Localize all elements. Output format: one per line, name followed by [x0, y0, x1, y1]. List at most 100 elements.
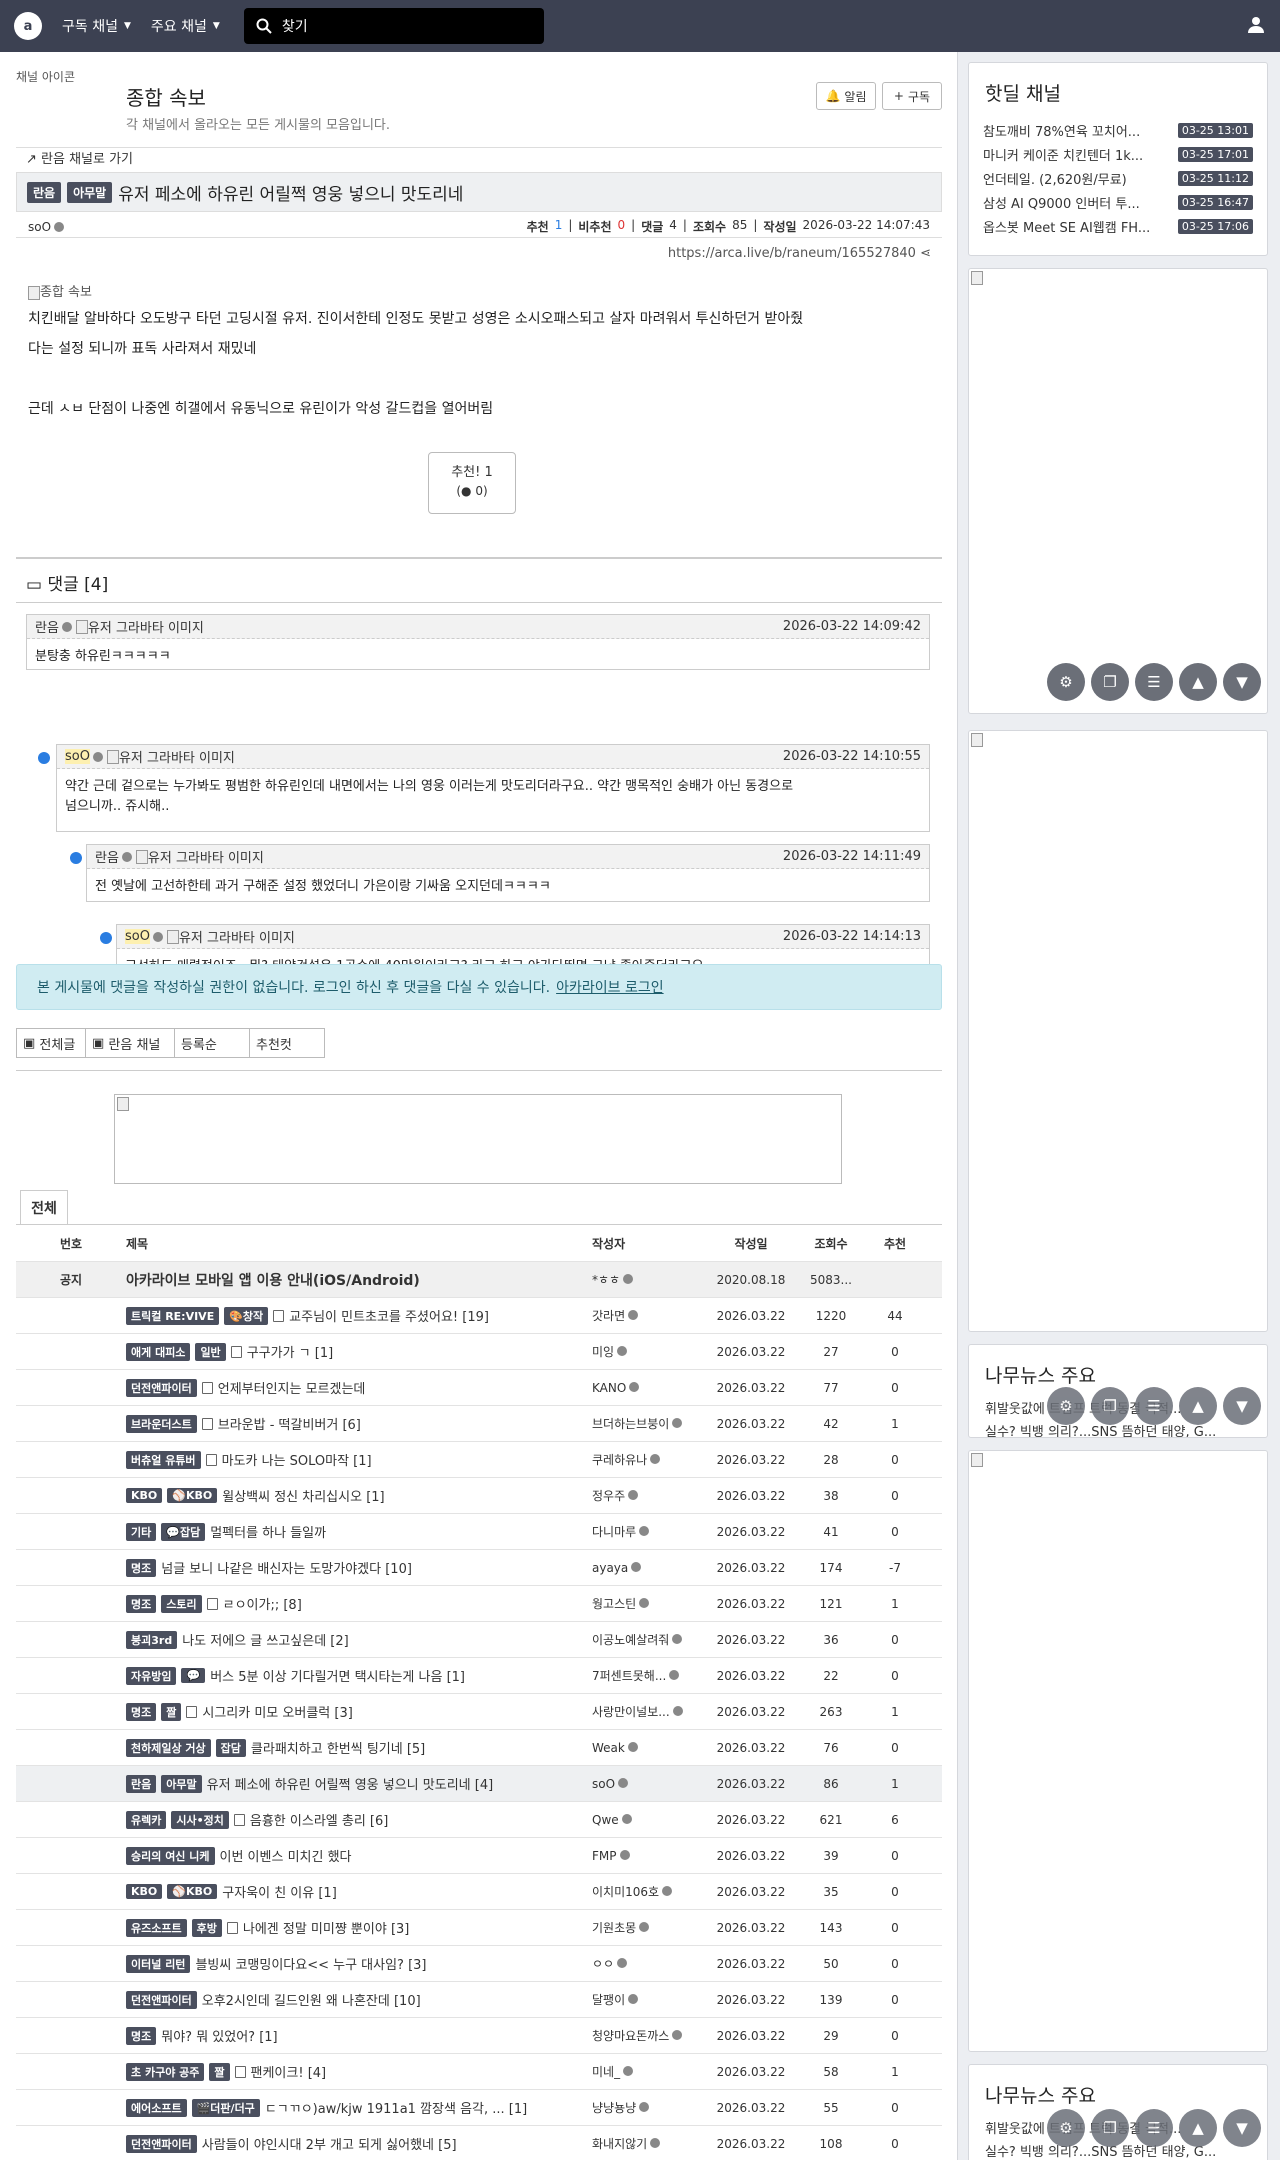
channel-badge[interactable]: 명조	[126, 1594, 157, 1613]
table-row[interactable]: 트릭컬 RE:VIVE 🎨창작 교주님이 민트초코를 주셨어요! [19] 갓라면 20…	[16, 1298, 942, 1334]
row-title-cell[interactable]: 자유방임 💬 버스 5분 이상 기다릴거면 택시타는게 나음 [1]	[126, 1666, 592, 1685]
category-badge[interactable]: 💬	[181, 1668, 206, 1683]
row-title[interactable]: 유저 페소에 하유린 어릴쩍 영웅 넣으니 맛도리네 [4]	[207, 1774, 494, 1793]
row-author[interactable]: 이치미106호	[592, 1885, 659, 1899]
channel-badge[interactable]: KBO	[126, 1884, 163, 1899]
list-icon[interactable]: ☰	[1135, 663, 1173, 701]
channel-badge[interactable]: 유렉카	[126, 1810, 167, 1829]
table-row[interactable]: 던전앤파이터 사람들이 야인시대 2부 개고 되게 싫어했네 [5] 화내지않기 20…	[16, 2126, 942, 2160]
category-badge[interactable]: 잡담	[215, 1738, 246, 1757]
channel-badge[interactable]: 승리의 여신 니케	[126, 1846, 215, 1865]
row-author[interactable]: Weak	[592, 1741, 625, 1755]
channel-badge[interactable]: 명조	[126, 1702, 157, 1721]
comment-author[interactable]: soO	[65, 749, 90, 764]
row-author[interactable]: ayaya	[592, 1561, 628, 1575]
arrow-up-icon[interactable]: ▲	[1179, 663, 1217, 701]
channel-badge[interactable]: 유즈소프트	[126, 1918, 187, 1937]
hotdeal-item[interactable]: 마니커 케이준 치킨텐더 1k... 03-25 17:01	[983, 142, 1253, 166]
table-row[interactable]: 에어소프트 🎬더판/더구 ㄷㄱㄲㅇ)aw/kjw 1911a1 깜장색 음각, ..…	[16, 2090, 942, 2126]
news-title[interactable]: 나무뉴스 주요	[985, 1361, 1267, 1388]
row-title[interactable]: 구구가가 ㄱ [1]	[247, 1342, 333, 1361]
row-title-cell[interactable]: 애게 대피소 일반 구구가가 ㄱ [1]	[126, 1342, 592, 1361]
row-title[interactable]: 팬케이크! [4]	[251, 2062, 327, 2081]
user-icon[interactable]	[1246, 15, 1266, 35]
channel-badge[interactable]: 명조	[126, 2026, 157, 2045]
row-title[interactable]: 음흉한 이스라엘 총리 [6]	[250, 1810, 388, 1829]
post-author[interactable]: soO	[28, 220, 51, 234]
side-ad-2[interactable]	[968, 730, 1268, 1332]
hotdeal-item[interactable]: 참도깨비 78%연육 꼬치어... 03-25 13:01	[983, 118, 1253, 142]
copy-icon[interactable]: ❐	[1091, 1387, 1129, 1425]
hotdeal-item[interactable]: 언더테일. (2,620원/무료) 03-25 11:12	[983, 166, 1253, 190]
comment-author[interactable]: 란음	[95, 847, 119, 866]
channel-title[interactable]: 종합 속보	[126, 82, 206, 111]
category-badge[interactable]: 일반	[195, 1342, 226, 1361]
sort-order-select[interactable]: 등록순	[174, 1028, 250, 1058]
arrow-down-icon[interactable]: ▼	[1223, 663, 1261, 701]
channel-badge[interactable]: 초 카구야 공주	[126, 2062, 205, 2081]
row-title-cell[interactable]: 승리의 여신 니케 이번 이벤스 미치긴 했다	[126, 1846, 592, 1865]
row-title[interactable]: 블빙씨 코맹밍이다요<< 누구 대사임? [3]	[195, 1954, 426, 1973]
row-title[interactable]: 오후2시인데 길드인원 왜 나혼잔데 [10]	[202, 1990, 421, 2009]
gear-icon[interactable]: ⚙	[1047, 663, 1085, 701]
filter-channel[interactable]: ▣ 란음 채널	[85, 1028, 175, 1058]
row-title[interactable]: 나도 저에으 글 쓰고싶은데 [2]	[182, 1630, 349, 1649]
share-icon[interactable]: ⋖	[920, 246, 931, 261]
channel-badge[interactable]: 이터널 리턴	[126, 1954, 191, 1973]
row-title-cell[interactable]: 명조 짤 시그리카 미모 오버클럭 [3]	[126, 1702, 592, 1721]
row-title-cell[interactable]: 던전앤파이터 사람들이 야인시대 2부 개고 되게 싫어했네 [5]	[126, 2134, 592, 2153]
table-row[interactable]: 던전앤파이터 오후2시인데 길드인원 왜 나혼잔데 [10] 달팽이 2026.03.…	[16, 1982, 942, 2018]
row-title-cell[interactable]: 에어소프트 🎬더판/더구 ㄷㄱㄲㅇ)aw/kjw 1911a1 깜장색 음각, ..…	[126, 2098, 592, 2117]
copy-icon[interactable]: ❐	[1091, 663, 1129, 701]
post-url[interactable]: https://arca.live/b/raneum/165527840 ⋖	[668, 246, 931, 261]
row-title-cell[interactable]: 초 카구야 공주 짤 팬케이크! [4]	[126, 2062, 592, 2081]
channel-badge[interactable]: 란음	[126, 1774, 157, 1793]
arrow-down-icon[interactable]: ▼	[1223, 1387, 1261, 1425]
table-row[interactable]: 자유방임 💬 버스 5분 이상 기다릴거면 택시타는게 나음 [1] 7퍼센트못해..…	[16, 1658, 942, 1694]
tab-all[interactable]: 전체	[20, 1190, 68, 1224]
row-author[interactable]: 갓라면	[592, 1309, 625, 1323]
main-channels-dropdown[interactable]: 주요 채널 ▼	[151, 16, 220, 36]
table-row[interactable]: 승리의 여신 니케 이번 이벤스 미치긴 했다 FMP 2026.03.22 39 0	[16, 1838, 942, 1874]
table-row[interactable]: 브라운더스트 브라운밥 - 떡갈비버거 [6] 브더하는브붕이 2026.03.22 4…	[16, 1406, 942, 1442]
row-title[interactable]: 사람들이 야인시대 2부 개고 되게 싫어했네 [5]	[202, 2134, 457, 2153]
row-author[interactable]: 이공노예살려줘	[592, 1633, 669, 1647]
row-title-cell[interactable]: 이터널 리턴 블빙씨 코맹밍이다요<< 누구 대사임? [3]	[126, 1954, 592, 1973]
row-title-cell[interactable]: 브라운더스트 브라운밥 - 떡갈비버거 [6]	[126, 1414, 592, 1433]
subscribe-button[interactable]: + 구독	[882, 82, 942, 110]
side-ad-3[interactable]	[968, 1450, 1268, 2052]
row-title-cell[interactable]: 트릭컬 RE:VIVE 🎨창작 교주님이 민트초코를 주셨어요! [19]	[126, 1306, 592, 1325]
row-author[interactable]: 청양마요돈까스	[592, 2029, 669, 2043]
category-badge[interactable]: ⚾KBO	[167, 1488, 218, 1503]
row-title[interactable]: 윌상백씨 정신 차리십시오 [1]	[222, 1486, 384, 1505]
table-row[interactable]: 기타 💬잡담 멀펙터를 하나 들일까 다니마루 2026.03.22 41 0	[16, 1514, 942, 1550]
goto-channel-link[interactable]: ↗ 란음 채널로 가기	[26, 148, 133, 167]
rec-cut-select[interactable]: 추천컷	[249, 1028, 325, 1058]
row-author[interactable]: 미잉	[592, 1345, 614, 1359]
category-badge[interactable]: 🎨창작	[224, 1306, 269, 1325]
row-author[interactable]: 화내지않기	[592, 2137, 647, 2151]
category-badge[interactable]: 시사•정치	[171, 1810, 229, 1829]
hotdeal-title[interactable]: 핫딜 채널	[985, 79, 1267, 106]
row-author[interactable]: 미네_	[592, 2065, 620, 2079]
table-row[interactable]: 명조 뭐야? 뭐 있었어? [1] 청양마요돈까스 2026.03.22 29 0	[16, 2018, 942, 2054]
table-row[interactable]: 란음 아무말 유저 페소에 하유린 어릴쩍 영웅 넣으니 맛도리네 [4] soO 20…	[16, 1766, 942, 1802]
row-title[interactable]: 교주님이 민트초코를 주셨어요! [19]	[289, 1306, 489, 1325]
table-row[interactable]: 천하제일상 거상 잡담 클라패치하고 한번씩 팅기네 [5] Weak 2026.03.…	[16, 1730, 942, 1766]
row-title[interactable]: 아카라이브 모바일 앱 이용 안내(iOS/Android)	[126, 1270, 592, 1290]
row-title[interactable]: 클라패치하고 한번씩 팅기네 [5]	[251, 1738, 425, 1757]
row-title-cell[interactable]: 던전앤파이터 오후2시인데 길드인원 왜 나혼잔데 [10]	[126, 1990, 592, 2009]
row-author[interactable]: KANO	[592, 1381, 626, 1395]
list-icon[interactable]: ☰	[1135, 1387, 1173, 1425]
side-ad-1[interactable]: ⚙ ❐ ☰ ▲ ▼	[968, 268, 1268, 714]
category-badge[interactable]: 💬잡담	[161, 1522, 206, 1541]
row-title-cell[interactable]: KBO ⚾KBO 윌상백씨 정신 차리십시오 [1]	[126, 1486, 592, 1505]
category-badge[interactable]: 짤	[209, 2062, 230, 2081]
row-title-cell[interactable]: 명조 넘글 보니 나같은 배신자는 도망가야겠다 [10]	[126, 1558, 592, 1577]
hotdeal-item[interactable]: 옵스봇 Meet SE AI웹캠 FH... 03-25 17:06	[983, 214, 1253, 238]
channel-badge[interactable]: 붕괴3rd	[126, 1630, 178, 1649]
category-badge[interactable]: 🎬더판/더구	[191, 2098, 260, 2117]
subscribed-channels-dropdown[interactable]: 구독 채널 ▼	[62, 16, 131, 36]
row-author[interactable]: 달팽이	[592, 1993, 625, 2007]
filter-all-posts[interactable]: ▣ 전체글	[16, 1028, 86, 1058]
